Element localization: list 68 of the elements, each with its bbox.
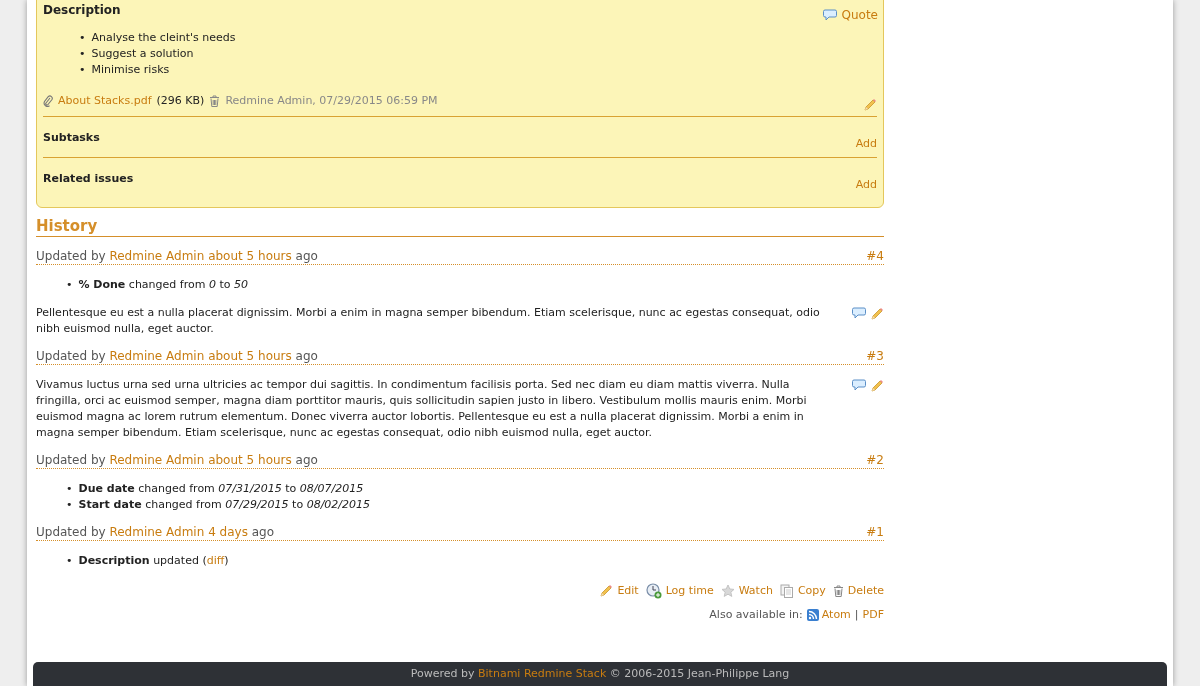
clock-icon — [645, 583, 662, 600]
journal-number-link[interactable]: #1 — [866, 524, 884, 540]
bullet-marker: • — [79, 62, 86, 78]
time-link[interactable]: about 5 hours — [208, 249, 292, 263]
paperclip-icon — [43, 95, 53, 107]
copy-icon — [779, 584, 794, 599]
format-link[interactable]: Atom — [806, 606, 851, 623]
change-detail: % Done changed from 0 to 50 — [78, 277, 248, 293]
action-link[interactable]: Watch — [720, 583, 773, 600]
bullet-marker: • — [79, 46, 86, 62]
pencil-icon — [599, 584, 614, 599]
section-heading: Related issues — [43, 170, 134, 187]
pencil-icon — [870, 379, 884, 393]
add-link[interactable]: Add — [855, 176, 877, 193]
change-detail: Start date changed from 07/29/2015 to 08/02/2015 — [78, 497, 371, 513]
list-item: Minimise risks — [91, 62, 170, 78]
pencil-icon — [870, 307, 884, 321]
attachment-meta: Redmine Admin, 07/29/2015 06:59 PM — [225, 92, 438, 109]
quote-link[interactable]: Quote — [822, 6, 878, 24]
list-item: Analyse the cleint's needs — [91, 30, 236, 46]
footer-link[interactable]: Bitnami Redmine Stack — [478, 666, 607, 680]
bullet-marker: • — [66, 481, 73, 497]
history-heading: History — [36, 217, 884, 237]
footer-text: Powered by Bitnami Redmine Stack © 2006-2015 Jean-Philippe Lang — [410, 665, 790, 682]
bullet-marker: • — [79, 30, 86, 46]
change-detail: Due date changed from 07/31/2015 to 08/07/2015 — [78, 481, 364, 497]
bullet-marker: • — [66, 553, 73, 569]
journal-header: Updated by Redmine Admin 4 days ago — [36, 524, 275, 540]
separator: | — [854, 606, 859, 623]
journal-number-link[interactable]: #2 — [866, 452, 884, 468]
action-link[interactable]: Log time — [645, 583, 714, 600]
user-link[interactable]: Redmine Admin — [109, 249, 205, 263]
pencil-icon — [863, 98, 877, 112]
journal-header: Updated by Redmine Admin about 5 hours ago — [36, 452, 318, 468]
journal-notes: Pellentesque eu est a nulla placerat dignissim. Morbi a enim in magna semper bibendum. Etiam scelerisque, nunc ac egestas consequat, odio nibh euismod nulla, eget auctor. — [36, 305, 821, 337]
speech-bubble-icon — [822, 9, 837, 21]
bullet-marker: • — [66, 277, 73, 293]
action-link[interactable]: Edit — [599, 583, 639, 600]
description-heading: Description — [43, 2, 121, 19]
journal-number-link[interactable]: #4 — [866, 248, 884, 264]
change-detail: Description updated (diff) — [78, 553, 229, 569]
time-link[interactable]: about 5 hours — [208, 453, 292, 467]
add-link[interactable]: Add — [855, 136, 877, 153]
trash-icon — [832, 585, 844, 598]
journal-header: Updated by Redmine Admin about 5 hours ago — [36, 348, 318, 364]
user-link[interactable]: Redmine Admin — [109, 349, 205, 363]
formats-label: Also available in: — [709, 606, 803, 623]
user-link[interactable]: Redmine Admin — [109, 453, 205, 467]
list-item: Suggest a solution — [91, 46, 194, 62]
journal-header: Updated by Redmine Admin about 5 hours ago — [36, 248, 318, 264]
trash-icon — [209, 95, 221, 107]
action-link[interactable]: Delete — [832, 583, 884, 600]
star-icon — [720, 584, 735, 599]
journal-notes: Vivamus luctus urna sed urna ultricies ac tempor dui sagittis. In condimentum facilisis porta. Sed nec diam eu diam mattis viverra. Nulla fringilla, orci ac euismod semper, magna diam porttitor mauris, quis sollicitudin sapien justo in libero. Vestibulum mollis mauris enim. Morbi euismod magna ac lorem rutrum elementum. Donec viverra auctor lobortis. Pellentesque eu est a nulla placerat dignissim. Morbi a enim in magna semper bibendum. Etiam scelerisque, nunc ac egestas consequat, odio nibh euismod nulla, eget auctor. — [36, 377, 808, 441]
section-heading: Subtasks — [43, 130, 100, 146]
attachment-link[interactable]: About Stacks.pdf — [58, 92, 152, 110]
speech-bubble-icon — [852, 379, 866, 393]
format-link[interactable]: PDF — [862, 606, 884, 623]
time-link[interactable]: 4 days — [208, 525, 248, 539]
user-link[interactable]: Redmine Admin — [109, 525, 205, 539]
rss-icon — [806, 608, 819, 621]
speech-bubble-icon — [852, 307, 866, 321]
diff-link[interactable]: diff — [206, 554, 225, 567]
file-size: (296 KB) — [156, 92, 205, 109]
time-link[interactable]: about 5 hours — [208, 349, 292, 363]
action-link[interactable]: Copy — [779, 583, 826, 600]
bullet-marker: • — [66, 497, 73, 513]
journal-number-link[interactable]: #3 — [866, 348, 884, 364]
